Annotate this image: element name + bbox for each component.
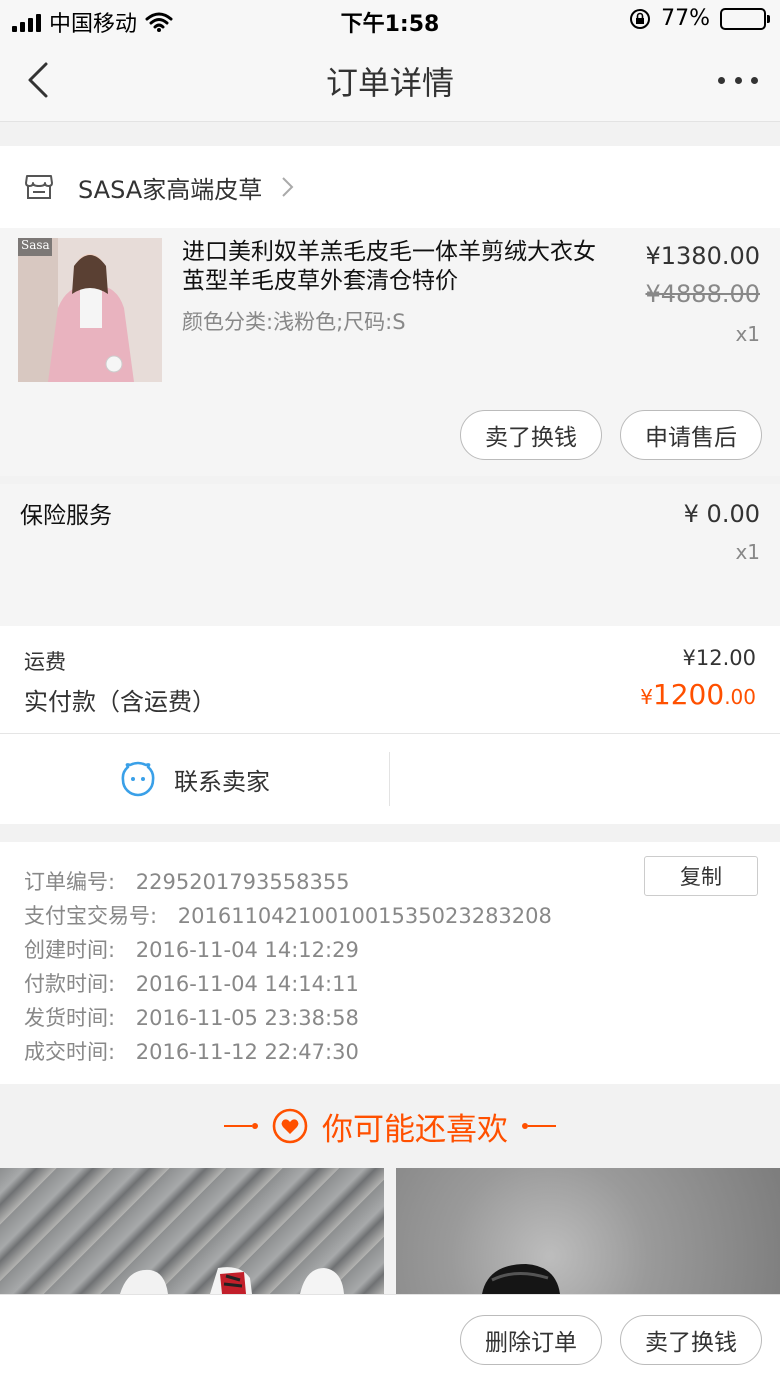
request-after-sale-button[interactable]: 申请售后	[620, 410, 762, 460]
copy-button[interactable]: 复制	[644, 856, 758, 896]
product-card[interactable]: Sasa 进口美利奴羊羔毛皮毛一体羊剪绒大衣女茧型羊毛皮草外套清仓特价 颜色分类…	[0, 228, 780, 476]
contact-seller-button[interactable]: 联系卖家	[0, 734, 390, 824]
battery-percent: 77%	[661, 6, 710, 31]
recommend-item-2[interactable]	[396, 1168, 780, 1294]
store-icon	[25, 175, 53, 199]
product-price: ¥1380.00	[645, 242, 760, 270]
order-number-value: 2295201793558355	[135, 870, 350, 894]
heart-icon	[272, 1108, 308, 1144]
page-title: 订单详情	[325, 64, 454, 102]
paid-time-row: 付款时间: 2016-11-04 14:14:11	[24, 968, 359, 998]
bottom-action-bar: 删除订单 卖了换钱	[0, 1294, 780, 1387]
product-sku: 颜色分类:浅粉色;尺码:S	[182, 310, 406, 334]
recommend-item-1[interactable]	[0, 1168, 384, 1294]
sell-for-cash-button[interactable]: 卖了换钱	[460, 410, 602, 460]
recommend-photo-2	[482, 1264, 560, 1294]
status-right: 77%	[629, 6, 770, 31]
product-quantity: x1	[735, 322, 760, 346]
shipping-label: 运费	[24, 650, 66, 674]
insurance-label: 保险服务	[20, 503, 112, 529]
shipped-time-value: 2016-11-05 23:38:58	[135, 1006, 359, 1030]
total-value: ¥1200.00	[640, 678, 756, 711]
insurance-price: ¥ 0.00	[683, 500, 760, 528]
shipped-time-label: 发货时间:	[24, 1006, 116, 1030]
store-name: SASA家高端皮草	[78, 175, 263, 204]
contact-seller-label: 联系卖家	[174, 767, 270, 796]
insurance-quantity: x1	[735, 540, 760, 564]
product-title[interactable]: 进口美利奴羊羔毛皮毛一体羊剪绒大衣女茧型羊毛皮草外套清仓特价	[182, 238, 612, 296]
shipping-value: ¥12.00	[682, 646, 756, 670]
recommend-gallery	[0, 1168, 780, 1294]
delete-order-button[interactable]: 删除订单	[460, 1315, 602, 1365]
total-decimal: .00	[724, 685, 756, 709]
contact-section: 联系卖家	[0, 734, 780, 824]
alipay-number-value: 2016110421001001535023283208	[177, 904, 552, 928]
rotation-lock-icon	[630, 8, 651, 29]
created-time-label: 创建时间:	[24, 938, 116, 962]
insurance-row: 保险服务 ¥ 0.00 x1	[0, 484, 780, 626]
recommend-header: 你可能还喜欢	[0, 1084, 780, 1168]
paid-time-value: 2016-11-04 14:14:11	[135, 972, 359, 996]
shipped-time-row: 发货时间: 2016-11-05 23:38:58	[24, 1002, 359, 1032]
product-photo	[18, 238, 162, 382]
recommend-title: 你可能还喜欢	[322, 1111, 508, 1148]
contact-divider	[389, 752, 390, 806]
chat-face-icon	[121, 761, 155, 797]
completed-time-value: 2016-11-12 22:47:30	[135, 1040, 359, 1064]
completed-time-label: 成交时间:	[24, 1040, 116, 1064]
alipay-number-row: 支付宝交易号: 2016110421001001535023283208	[24, 900, 552, 930]
recommend-photo-1	[120, 1267, 344, 1294]
chevron-right-icon	[282, 177, 294, 197]
order-info: 订单编号: 2295201793558355 支付宝交易号: 201611042…	[0, 842, 780, 1084]
created-time-value: 2016-11-04 14:12:29	[135, 938, 359, 962]
order-number-row: 订单编号: 2295201793558355	[24, 866, 350, 896]
paid-time-label: 付款时间:	[24, 972, 116, 996]
thumb-watermark: Sasa	[21, 238, 50, 252]
left-decoration	[224, 1123, 258, 1129]
created-time-row: 创建时间: 2016-11-04 14:12:29	[24, 934, 359, 964]
total-integer: 1200	[652, 678, 725, 711]
total-currency: ¥	[640, 685, 653, 709]
bottom-sell-for-cash-button[interactable]: 卖了换钱	[620, 1315, 762, 1365]
product-original-price: ¥4888.00	[645, 280, 760, 308]
product-thumbnail[interactable]: Sasa	[18, 238, 162, 382]
fees-section: 运费 ¥12.00 实付款（含运费） ¥1200.00	[0, 626, 780, 734]
store-row[interactable]: SASA家高端皮草	[0, 146, 780, 228]
alipay-number-label: 支付宝交易号:	[24, 904, 158, 928]
right-decoration	[522, 1123, 556, 1129]
completed-time-row: 成交时间: 2016-11-12 22:47:30	[24, 1036, 359, 1066]
nav-bar: 订单详情	[0, 40, 780, 122]
more-icon[interactable]	[718, 62, 758, 98]
order-number-label: 订单编号:	[24, 870, 116, 894]
battery-icon	[720, 7, 770, 30]
total-label: 实付款（含运费）	[24, 688, 216, 716]
status-bar: 中国移动 下午1:58 77%	[0, 0, 780, 40]
